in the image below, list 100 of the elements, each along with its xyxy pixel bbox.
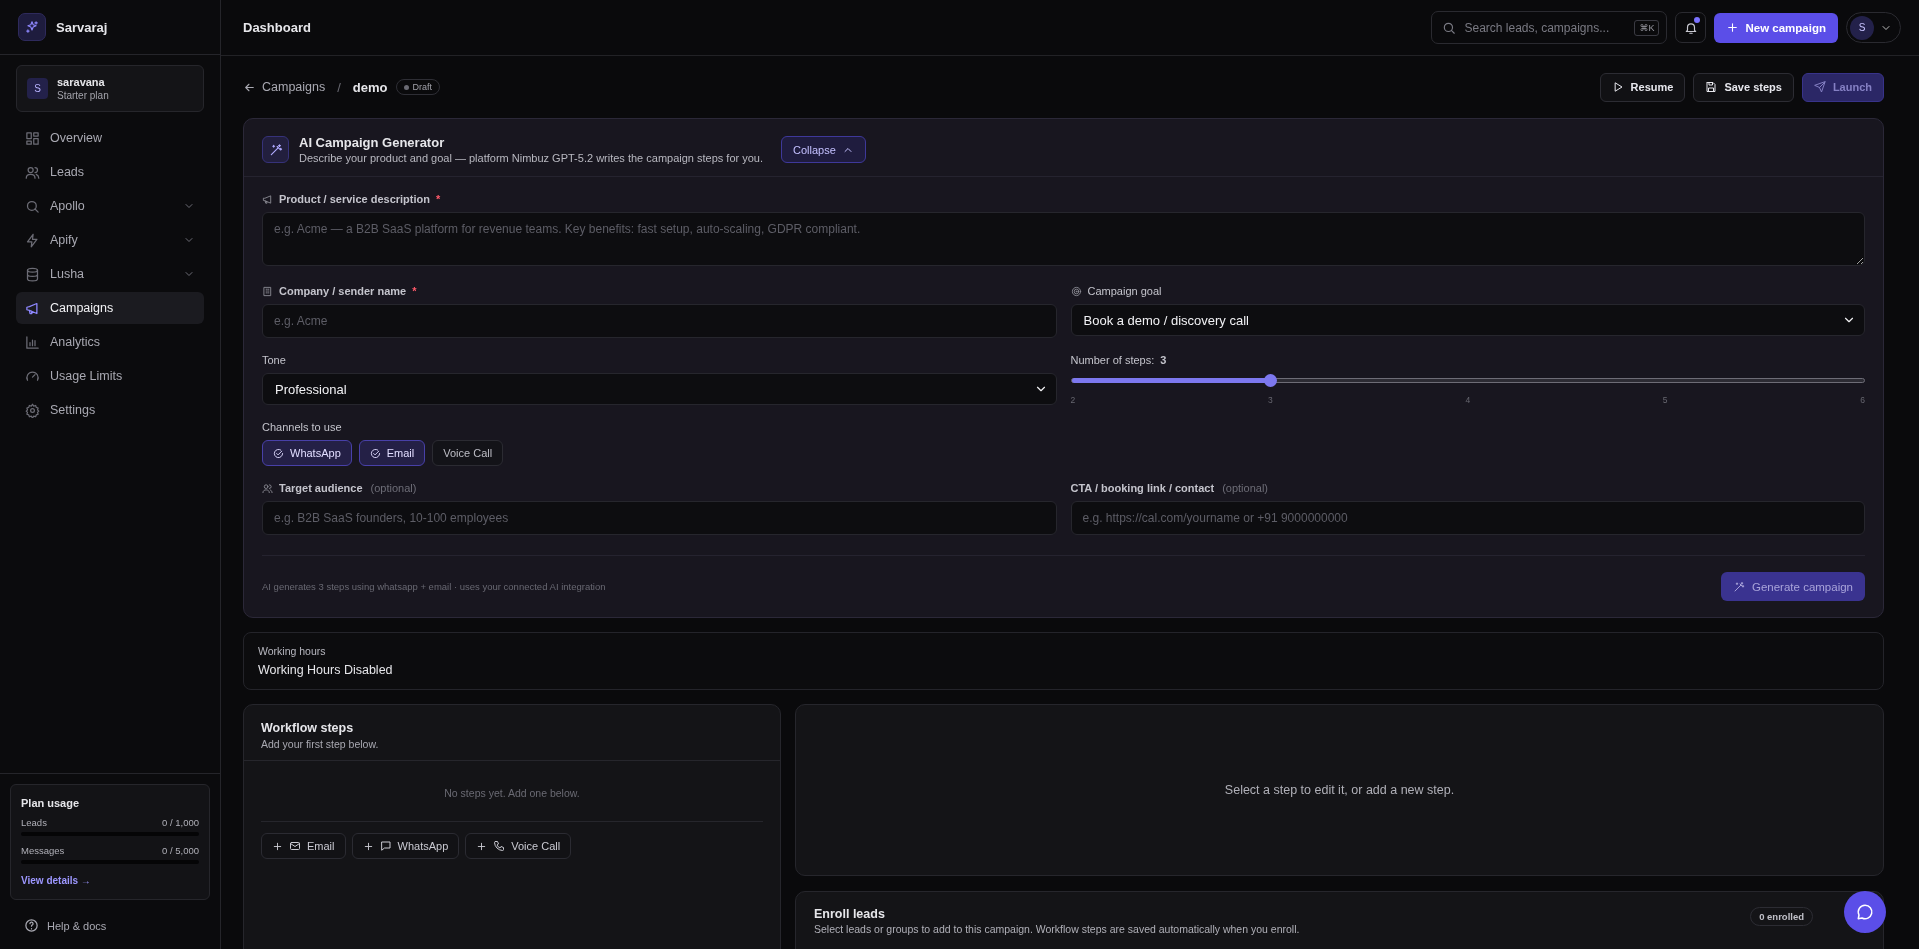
field-label: Product / service description — [279, 193, 430, 205]
database-icon — [25, 266, 40, 282]
view-details-link[interactable]: View details → — [21, 875, 91, 886]
sidebar-item[interactable]: Apollo — [16, 190, 204, 222]
goal-select[interactable]: Book a demo / discovery call — [1070, 304, 1865, 336]
plus-icon — [1726, 21, 1740, 34]
channel-toggle[interactable]: WhatsApp — [262, 440, 352, 466]
settings-icon — [25, 402, 40, 418]
shortcut-hint: ⌘K — [1634, 20, 1660, 36]
meter-label: Leads — [21, 817, 47, 828]
working-hours-value: Working Hours Disabled — [258, 663, 394, 677]
new-campaign-button[interactable]: New campaign — [1714, 12, 1838, 43]
cta-field[interactable]: e.g. https://cal.com/yourname or +91 9000000000 — [1070, 501, 1865, 535]
notification-dot — [1694, 17, 1701, 23]
sidebar-item[interactable]: Overview — [16, 122, 204, 154]
help-link[interactable]: Help & docs — [0, 906, 220, 949]
company-field[interactable]: e.g. Acme — [262, 304, 1057, 338]
audience-field[interactable]: e.g. B2B SaaS founders, 10-100 employees — [262, 501, 1057, 535]
people-icon — [262, 482, 273, 494]
field-label: Channels to use — [262, 421, 342, 433]
description-field[interactable]: e.g. Acme — a B2B SaaS platform for revenue teams. Key benefits: fast setup, auto-scaling, GDPR compliant. — [262, 212, 1865, 266]
required-mark: * — [412, 285, 417, 297]
help-icon — [24, 918, 39, 933]
plus-icon — [362, 840, 374, 852]
meter-reading: 0 / 1,000 — [162, 817, 199, 828]
tone-select[interactable]: Professional — [262, 373, 1057, 405]
tick-label: 3 — [1267, 395, 1273, 405]
field-label: Number of steps: — [1070, 354, 1155, 366]
generator-note: AI generates 3 steps using whatsapp + email · uses your connected AI integration — [262, 581, 606, 592]
search-icon — [25, 198, 40, 214]
enroll-subtitle: Select leads or groups to add to this campaign. Workflow steps are saved automatically when you enroll. — [814, 923, 1301, 935]
magic-wand-icon — [1733, 580, 1745, 593]
meter-reading: 0 / 5,000 — [162, 845, 199, 856]
magic-wand-icon — [268, 142, 283, 157]
tick-label: 6 — [1860, 395, 1865, 405]
panel-subtitle: Describe your product and goal — platform Nimbuz GPT-5.2 writes the campaign steps for you. — [299, 152, 764, 164]
phone-icon — [493, 840, 506, 852]
optional-hint: (optional) — [370, 482, 417, 494]
tick-label: 4 — [1465, 395, 1471, 405]
field-label: Company / sender name — [279, 285, 407, 297]
sidebar-item[interactable]: Usage Limits — [16, 360, 204, 392]
save-icon — [1705, 81, 1718, 93]
play-action-button[interactable]: Resume — [1599, 72, 1686, 102]
megaphone-icon — [262, 193, 273, 205]
account-card[interactable]: S saravana Starter plan — [16, 65, 204, 112]
sidebar-item[interactable]: Lusha — [16, 258, 204, 290]
megaphone-icon — [25, 300, 40, 316]
grid-icon — [25, 130, 40, 146]
account-plan: Starter plan — [57, 90, 109, 101]
sparkles-icon — [25, 20, 39, 34]
steps-value: 3 — [1160, 354, 1167, 366]
collapse-button[interactable]: Collapse — [781, 136, 866, 163]
workflow-subtitle: Add your first step below. — [261, 738, 380, 750]
notifications-button[interactable] — [1675, 12, 1707, 43]
envelope-icon — [289, 840, 301, 852]
chat-bubble-icon — [1856, 903, 1874, 921]
send-icon — [1813, 81, 1826, 93]
sidebar-item[interactable]: Leads — [16, 156, 204, 188]
add-step-button[interactable]: WhatsApp — [351, 833, 460, 859]
add-step-button[interactable]: Email — [261, 833, 346, 859]
plus-icon — [272, 840, 283, 852]
optional-hint: (optional) — [1222, 482, 1268, 494]
add-step-button[interactable]: Voice Call — [465, 833, 572, 859]
field-label: Tone — [262, 354, 286, 366]
channel-toggle[interactable]: Email — [358, 440, 426, 466]
workflow-title: Workflow steps — [261, 721, 355, 735]
required-mark: * — [436, 193, 441, 205]
target-icon — [1070, 285, 1082, 297]
plus-icon — [476, 840, 488, 852]
plan-usage-title: Plan usage — [21, 797, 81, 809]
brand-name: Sarvaraj — [56, 19, 108, 35]
account-name: saravana — [57, 76, 106, 88]
empty-message: No steps yet. Add one below. — [261, 761, 763, 822]
working-hours-label: Working hours — [258, 645, 327, 657]
sidebar-item[interactable]: Apify — [16, 224, 204, 256]
sidebar-item[interactable]: Campaigns — [16, 292, 204, 324]
field-label: Campaign goal — [1087, 285, 1162, 297]
back-link[interactable]: Campaigns — [243, 80, 326, 94]
meter-label: Messages — [21, 845, 65, 856]
page-title: Dashboard — [243, 20, 312, 35]
check-circle-icon — [273, 447, 284, 459]
slider-thumb[interactable] — [1263, 373, 1277, 387]
tick-label: 5 — [1662, 395, 1668, 405]
bell-icon — [1683, 20, 1698, 35]
gauge-icon — [25, 368, 40, 384]
check-circle-icon — [369, 447, 381, 459]
building-icon — [262, 285, 273, 297]
channel-toggle[interactable]: Voice Call — [432, 440, 504, 466]
account-avatar: S — [27, 78, 48, 99]
chat-icon — [379, 840, 392, 852]
enroll-title: Enroll leads — [814, 907, 886, 921]
save-action-button[interactable]: Save steps — [1693, 72, 1794, 102]
sidebar-item[interactable]: Analytics — [16, 326, 204, 358]
tick-label: 2 — [1070, 395, 1076, 405]
people-icon — [25, 164, 40, 180]
field-label: Target audience — [279, 482, 363, 494]
campaign-name: demo — [352, 79, 388, 95]
field-label: CTA / booking link / contact — [1070, 482, 1215, 494]
sidebar-item[interactable]: Settings — [16, 394, 204, 426]
bar-chart-icon — [25, 334, 40, 350]
